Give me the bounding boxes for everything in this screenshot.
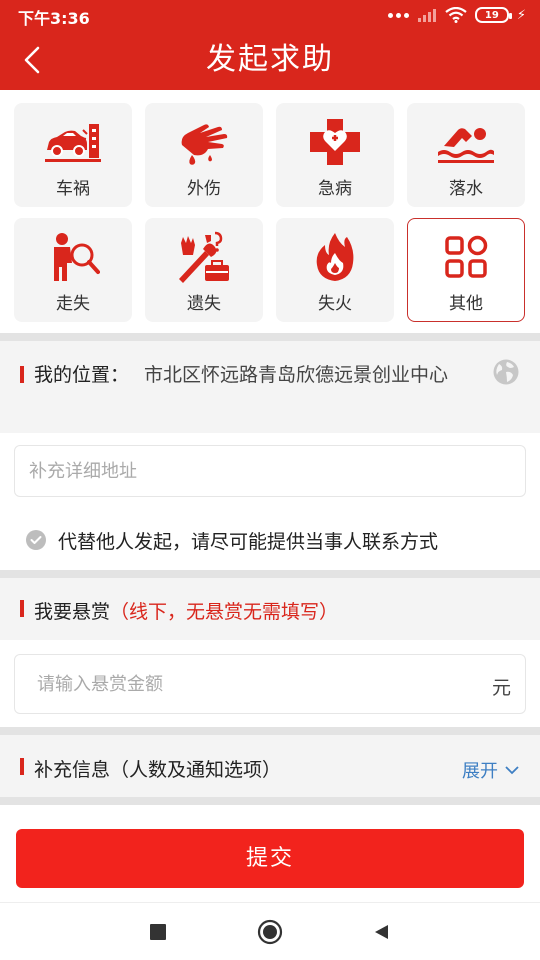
proxy-text: 代替他人发起，请尽可能提供当事人联系方式 [58,530,439,553]
category-tile-lost-person[interactable]: 走失 [14,218,132,322]
category-tile-illness[interactable]: 急病 [276,103,394,207]
car-crash-icon [45,124,101,162]
category-tile-injury[interactable]: 外伤 [145,103,263,207]
section-marker [20,758,24,775]
address-input-box [14,445,526,497]
reward-note: （线下，无悬赏无需填写） [110,601,339,623]
grid-other-icon [445,235,488,278]
expand-label: 展开 [462,761,498,782]
charging-bolt-icon: ⚡ [516,7,526,23]
wifi-icon [445,7,467,23]
injured-hand-icon [181,124,228,165]
reward-amount-input[interactable] [15,655,455,713]
status-time: 下午3:36 [18,9,90,28]
checkbox[interactable] [26,530,46,550]
category-label: 遗失 [187,294,221,314]
proxy-checkbox-row[interactable]: 代替他人发起，请尽可能提供当事人联系方式 [26,528,439,553]
home-button[interactable] [257,919,283,945]
location-value: 市北区怀远路青岛欣德远景创业中心 [144,364,449,386]
chevron-down-icon [505,766,519,775]
reward-label: 我要悬赏 [34,601,111,623]
signal-icon [417,9,436,22]
expand-button[interactable]: 展开 [462,757,520,783]
reward-title: 我要悬赏（线下，无悬赏无需填写） [34,597,338,624]
battery-icon: 19 [474,7,512,23]
locate-button[interactable] [492,358,520,386]
square-recent-icon [150,924,166,940]
category-label: 车祸 [56,179,90,199]
category-tile-other[interactable]: 其他 [407,218,525,322]
divider [0,727,540,735]
page-title: 发起求助 [206,42,334,77]
globe-icon [493,359,519,385]
category-tile-fire[interactable]: 失火 [276,218,394,322]
status-bar: 下午3:36 19 ⚡ [0,0,540,30]
submit-button[interactable]: 提交 [16,829,524,888]
recent-apps-button[interactable] [145,919,171,945]
triangle-back-icon [375,925,388,939]
more-dots-icon [387,12,409,18]
battery-level: 19 [484,9,499,21]
top-app-bar: 发起求助 [0,30,540,90]
system-nav-bar [0,902,540,960]
fire-icon [316,233,354,281]
section-marker [20,600,24,617]
lost-person-search-icon [54,233,100,281]
category-label: 其他 [449,294,483,314]
category-label: 急病 [318,179,352,199]
divider [0,570,540,578]
divider [0,797,540,805]
category-grid: 车祸 外伤 急病 落水 走失 遗失 失火 其他 [0,90,540,333]
currency-unit: 元 [491,677,511,699]
category-label: 外伤 [187,179,221,199]
address-input[interactable] [15,446,475,496]
lost-items-icon [179,231,229,283]
status-icons: 19 ⚡ [387,6,526,24]
circle-home-icon [257,919,283,945]
swimmer-icon [438,128,494,163]
location-label: 我的位置： [34,364,130,386]
section-marker [20,366,24,383]
medical-cross-icon [310,119,360,165]
check-icon [30,536,42,544]
back-nav-button[interactable] [368,919,394,945]
category-label: 落水 [449,179,483,199]
category-label: 失火 [318,294,352,314]
category-tile-lost-items[interactable]: 遗失 [145,218,263,322]
reward-input-box: 元 [14,654,526,714]
category-tile-car-crash[interactable]: 车祸 [14,103,132,207]
extra-info-label: 补充信息（人数及通知选项） [34,759,282,781]
category-tile-drowning[interactable]: 落水 [407,103,525,207]
category-label: 走失 [56,294,90,314]
divider [0,333,540,341]
